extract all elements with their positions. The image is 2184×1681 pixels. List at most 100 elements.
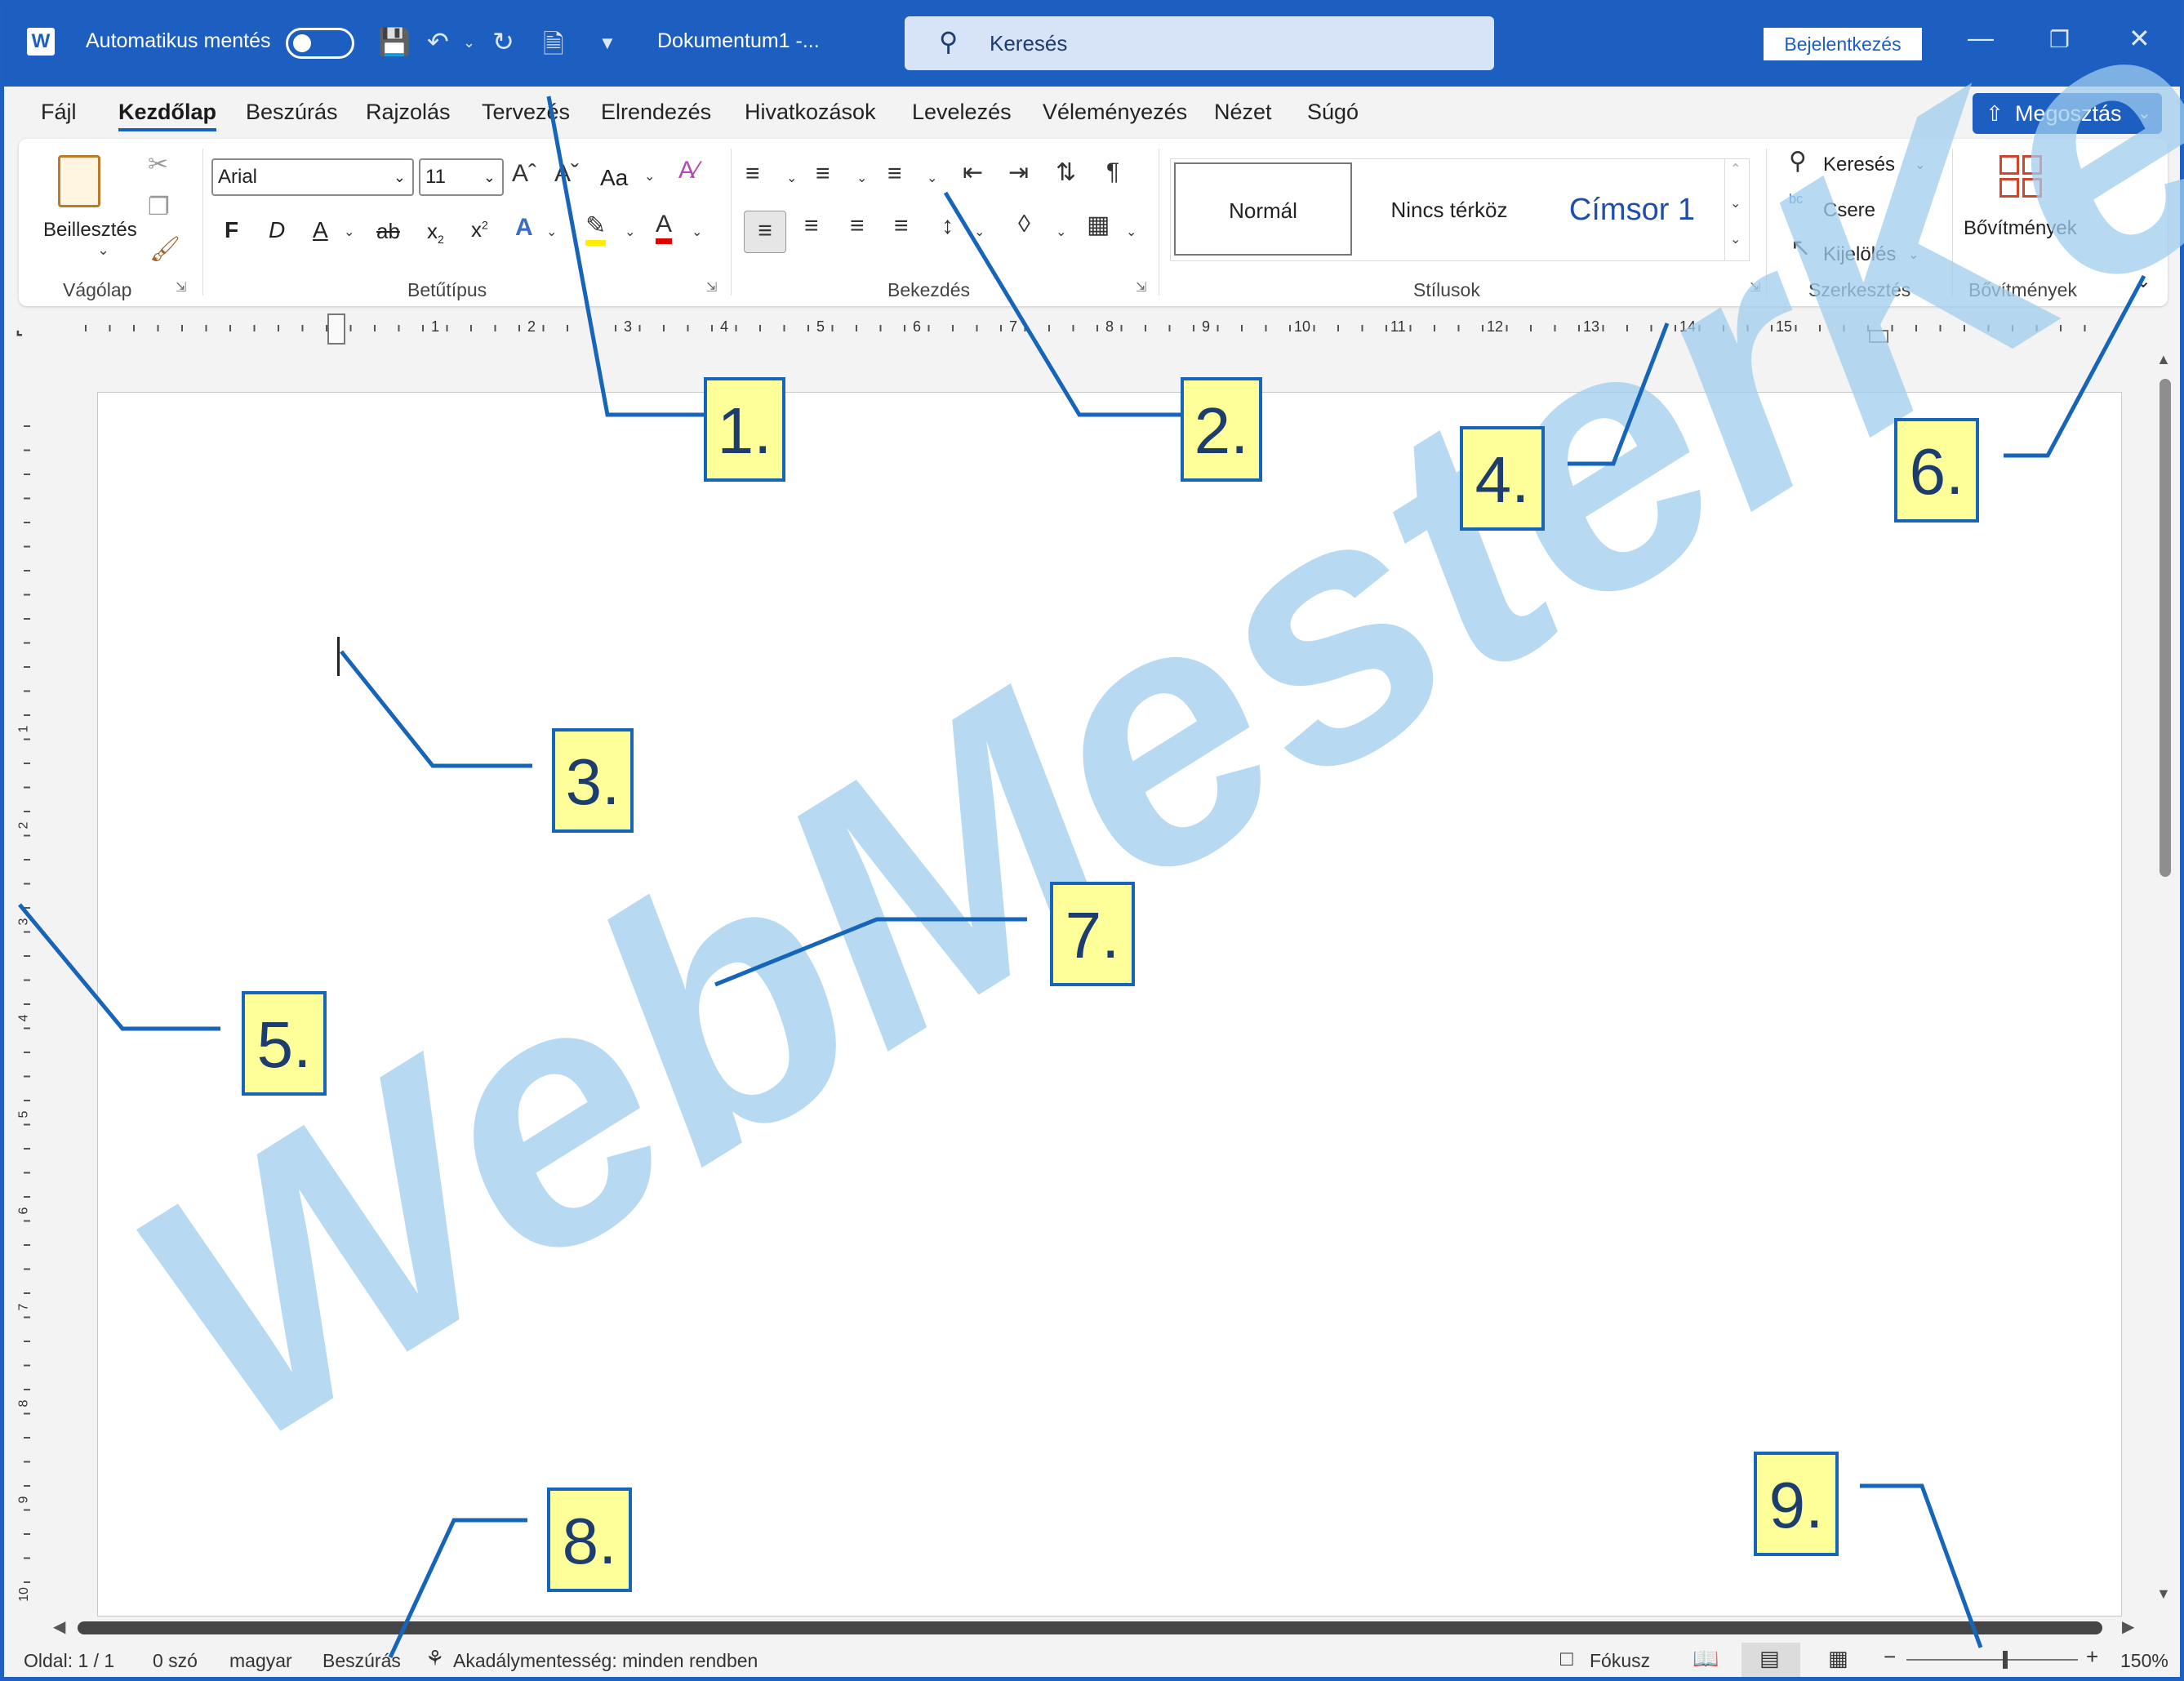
signin-button[interactable]: Bejelentkezés	[1764, 28, 1922, 60]
underline-button[interactable]: A	[313, 217, 328, 243]
chevron-down-icon[interactable]: ⌄	[692, 224, 702, 240]
numbering-icon[interactable]: ≡	[816, 160, 830, 188]
styles-up-icon[interactable]: ⌃	[1730, 161, 1741, 177]
left-indent-marker[interactable]	[327, 314, 345, 345]
find-button[interactable]: Keresés	[1823, 153, 1895, 176]
styles-down-icon[interactable]: ⌄	[1730, 195, 1741, 211]
restore-icon[interactable]: ❐	[2049, 26, 2070, 53]
chevron-down-icon[interactable]: ⌄	[344, 224, 354, 240]
undo-icon[interactable]: ↶	[427, 26, 449, 57]
font-launcher-icon[interactable]: ⇲	[706, 279, 717, 296]
strikethrough-button[interactable]: ab	[376, 219, 400, 244]
paste-button[interactable]: Beillesztés ⌄	[35, 150, 137, 265]
chevron-down-icon[interactable]: ⌄	[786, 170, 797, 186]
borders-icon[interactable]: ▦	[1087, 211, 1110, 239]
chevron-down-icon[interactable]: ⌄	[546, 224, 557, 240]
replace-button[interactable]: Csere	[1823, 199, 1875, 222]
copy-icon[interactable]: ❐	[148, 193, 170, 221]
horizontal-scroll-thumb[interactable]	[78, 1621, 2102, 1634]
redo-icon[interactable]: ↻	[492, 26, 514, 57]
styles-more-icon[interactable]: ⌄	[1730, 231, 1741, 247]
bold-button[interactable]: F	[225, 217, 238, 243]
print-layout-button[interactable]: ▤	[1741, 1643, 1800, 1677]
vertical-ruler[interactable]: 1 2 3 4 5 6 7 8 9 10	[16, 410, 38, 1618]
scroll-left-icon[interactable]: ◀	[53, 1617, 65, 1637]
scroll-up-icon[interactable]: ▲	[2156, 351, 2171, 368]
font-color-icon[interactable]: A	[656, 211, 673, 244]
save-icon[interactable]: 💾	[378, 26, 411, 57]
decrease-indent-icon[interactable]: ⇤	[963, 158, 983, 187]
close-icon[interactable]: ✕	[2128, 23, 2151, 54]
scroll-right-icon[interactable]: ▶	[2122, 1617, 2134, 1637]
chevron-down-icon[interactable]: ⌄	[927, 170, 937, 186]
bullets-icon[interactable]: ≡	[745, 160, 760, 188]
align-right-icon[interactable]: ≡	[850, 212, 865, 240]
tab-view[interactable]: Nézet	[1214, 100, 1272, 125]
zoom-out-icon[interactable]: −	[1884, 1644, 1896, 1670]
chevron-down-icon[interactable]: ⌄	[1915, 157, 1925, 173]
justify-icon[interactable]: ≡	[894, 212, 909, 240]
align-left-icon[interactable]: ≡	[744, 211, 786, 253]
select-icon[interactable]: ↖	[1790, 233, 1811, 262]
superscript-button[interactable]: x2	[471, 217, 488, 242]
clipboard-launcher-icon[interactable]: ⇲	[176, 279, 186, 296]
vertical-scroll-thumb[interactable]	[2160, 379, 2171, 877]
tab-design[interactable]: Tervezés	[482, 100, 570, 125]
collapse-ribbon-icon[interactable]: ⌄	[2135, 269, 2151, 293]
read-mode-icon[interactable]: 📖	[1692, 1646, 1719, 1671]
web-layout-icon[interactable]: ▦	[1828, 1646, 1848, 1671]
increase-indent-icon[interactable]: ⇥	[1008, 158, 1029, 187]
right-indent-marker[interactable]	[1869, 330, 1888, 343]
change-case-button[interactable]: Aa	[600, 165, 628, 191]
tab-mailings[interactable]: Levelezés	[912, 100, 1012, 125]
search-box[interactable]: ⚲ Keresés	[905, 16, 1494, 70]
horizontal-scrollbar[interactable]: ◀ ▶	[53, 1617, 2143, 1639]
chevron-down-icon[interactable]: ⌄	[625, 224, 635, 240]
tab-layout[interactable]: Elrendezés	[601, 100, 711, 125]
zoom-slider-handle[interactable]	[2003, 1651, 2008, 1669]
page-count[interactable]: Oldal: 1 / 1	[24, 1650, 114, 1672]
chevron-down-icon[interactable]: ⌄	[1126, 224, 1136, 240]
italic-button[interactable]: D	[269, 217, 285, 243]
tab-draw[interactable]: Rajzolás	[366, 100, 451, 125]
tab-file[interactable]: Fájl	[41, 100, 77, 125]
scroll-down-icon[interactable]: ▼	[2156, 1585, 2171, 1603]
print-preview-icon[interactable]: 🗎	[543, 26, 564, 70]
minimize-icon[interactable]: —	[1968, 23, 1994, 53]
tab-review[interactable]: Véleményezés	[1043, 100, 1187, 125]
paragraph-launcher-icon[interactable]: ⇲	[1136, 279, 1146, 296]
customize-toolbar-icon[interactable]: ▼	[598, 33, 616, 54]
word-count[interactable]: 0 szó	[153, 1650, 198, 1672]
document-page[interactable]	[97, 392, 2122, 1617]
insert-mode-indicator[interactable]: Beszúrás	[322, 1650, 401, 1672]
vertical-scrollbar[interactable]: ▲ ▼	[2151, 345, 2177, 1618]
line-spacing-icon[interactable]: ↕	[941, 212, 954, 240]
sort-icon[interactable]: ⇅	[1056, 158, 1076, 187]
addins-button[interactable]: Bővítmények	[1962, 147, 2084, 269]
align-center-icon[interactable]: ≡	[804, 212, 819, 240]
chevron-down-icon[interactable]: ⌄	[1908, 247, 1919, 263]
tab-insert[interactable]: Beszúrás	[246, 100, 338, 125]
share-button[interactable]: ⇧ Megosztás ⌄	[1973, 93, 2162, 134]
tab-help[interactable]: Súgó	[1307, 100, 1359, 125]
tab-selector-icon[interactable]: ⌞	[16, 318, 23, 339]
select-button[interactable]: Kijelölés	[1823, 243, 1896, 266]
style-no-spacing[interactable]: Nincs térköz	[1359, 159, 1540, 260]
multilevel-list-icon[interactable]: ≡	[887, 160, 902, 188]
focus-button[interactable]: Fókusz	[1590, 1650, 1650, 1672]
chevron-down-icon[interactable]: ⌄	[856, 170, 867, 186]
subscript-button[interactable]: x2	[427, 219, 444, 246]
autosave-toggle[interactable]	[286, 28, 354, 59]
style-heading-1[interactable]: Címsor 1	[1543, 159, 1721, 260]
shrink-font-icon[interactable]: Aˇ	[554, 160, 579, 188]
font-name-dropdown[interactable]: Arial ⌄	[211, 158, 414, 196]
chevron-down-icon[interactable]: ⌄	[644, 168, 655, 185]
accessibility-status[interactable]: Akadálymentesség: minden rendben	[453, 1650, 758, 1672]
tab-references[interactable]: Hivatkozások	[745, 100, 876, 125]
text-effects-icon[interactable]: A	[515, 214, 533, 242]
tab-home[interactable]: Kezdőlap	[118, 100, 217, 131]
chevron-down-icon[interactable]: ⌄	[974, 224, 985, 240]
show-formatting-marks-icon[interactable]: ¶	[1106, 158, 1119, 186]
format-painter-icon[interactable]: 🖌	[149, 235, 180, 264]
horizontal-ruler[interactable]: ⌞ 1 2 3 4 5 6 7 8 9 10 11 12 13 14 15	[4, 310, 2180, 348]
